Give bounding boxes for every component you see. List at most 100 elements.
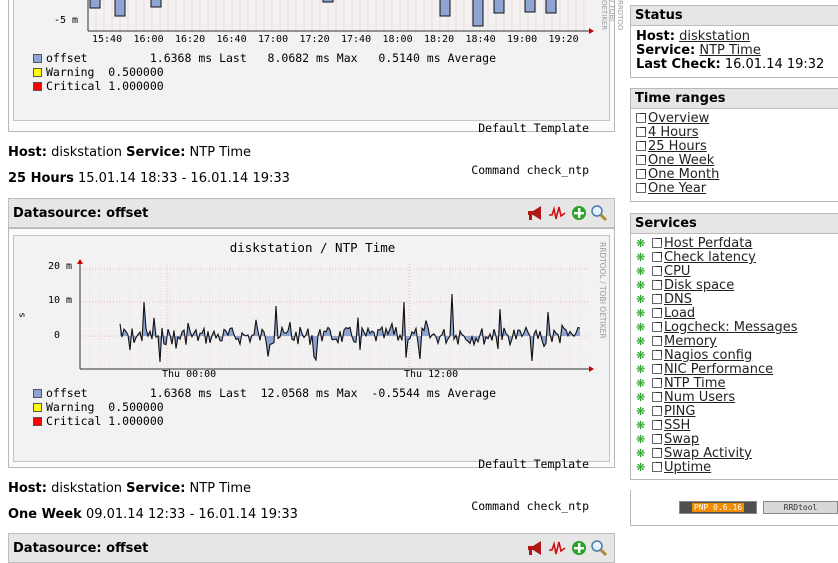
legend-critical: Critical 1.000000 bbox=[46, 414, 164, 428]
time-range-item[interactable]: Overview bbox=[636, 112, 838, 126]
service-link[interactable]: Swap bbox=[664, 432, 699, 447]
add-icon[interactable] bbox=[570, 204, 588, 222]
status-title: Status bbox=[631, 6, 838, 26]
service-link[interactable]: Logcheck: Messages bbox=[664, 320, 798, 335]
gear-icon: ❋ bbox=[636, 405, 646, 418]
external-link-icon bbox=[652, 378, 662, 388]
graph-1-ytick: -5 m bbox=[54, 15, 79, 26]
time-range-item[interactable]: 4 Hours bbox=[636, 126, 838, 140]
gear-icon: ❋ bbox=[636, 377, 646, 390]
service-link[interactable]: Swap Activity bbox=[664, 446, 752, 461]
time-range-link[interactable]: 25 Hours bbox=[648, 139, 707, 154]
service-item[interactable]: ❋ Host Perfdata bbox=[636, 237, 838, 251]
warning-swatch bbox=[33, 68, 42, 77]
gear-icon: ❋ bbox=[636, 279, 646, 292]
service-item[interactable]: ❋ Disk space bbox=[636, 279, 838, 293]
host-service-info-1: Host: diskstation Service: NTP Time bbox=[8, 145, 251, 160]
graph-1-xtick: 19:20 bbox=[548, 34, 579, 45]
external-link-icon bbox=[652, 266, 662, 276]
graph-icon[interactable] bbox=[548, 204, 566, 222]
graph-image-2[interactable]: diskstation / NTP Time s 20 m 10 m 0 Thu… bbox=[13, 235, 610, 513]
time-range-item[interactable]: One Month bbox=[636, 168, 838, 182]
gear-icon: ❋ bbox=[636, 447, 646, 460]
service-item[interactable]: ❋ SSH bbox=[636, 419, 838, 433]
service-link[interactable]: Check latency bbox=[664, 250, 756, 265]
range-label: One Week bbox=[8, 507, 82, 522]
service-link[interactable]: DNS bbox=[664, 292, 692, 307]
service-item[interactable]: ❋ Nagios config bbox=[636, 349, 838, 363]
service-item[interactable]: ❋ NTP Time bbox=[636, 377, 838, 391]
time-range-link[interactable]: 4 Hours bbox=[648, 125, 699, 140]
critical-swatch bbox=[33, 417, 42, 426]
external-link-icon bbox=[636, 169, 646, 179]
service-name: NTP Time bbox=[189, 145, 251, 160]
time-range-link[interactable]: One Week bbox=[648, 153, 714, 168]
external-link-icon bbox=[652, 308, 662, 318]
gear-icon: ❋ bbox=[636, 433, 646, 446]
offset-swatch bbox=[33, 389, 42, 398]
graph-icon[interactable] bbox=[548, 539, 566, 557]
graph-image-1[interactable]: -5 m 15:40 16:00 16:20 16:40 17:00 17:20 17:40… bbox=[13, 0, 624, 177]
external-link-icon bbox=[652, 434, 662, 444]
service-link[interactable]: CPU bbox=[664, 264, 690, 279]
service-item[interactable]: ❋ Swap Activity bbox=[636, 447, 838, 461]
external-link-icon bbox=[652, 252, 662, 262]
service-link[interactable]: Disk space bbox=[664, 278, 734, 293]
external-link-icon bbox=[636, 141, 646, 151]
service-item[interactable]: ❋ Memory bbox=[636, 335, 838, 349]
time-range-link[interactable]: Overview bbox=[648, 111, 709, 126]
service-item[interactable]: ❋ NIC Performance bbox=[636, 363, 838, 377]
pnp-badge[interactable]: PNP 0.6.16 bbox=[679, 501, 757, 514]
service-item[interactable]: ❋ PING bbox=[636, 405, 838, 419]
service-name: NTP Time bbox=[189, 481, 251, 496]
service-item[interactable]: ❋ Logcheck: Messages bbox=[636, 321, 838, 335]
service-item[interactable]: ❋ Load bbox=[636, 307, 838, 321]
time-range-link[interactable]: One Year bbox=[648, 181, 706, 196]
zoom-icon[interactable] bbox=[590, 204, 608, 222]
service-link[interactable]: Memory bbox=[664, 334, 717, 349]
status-host-link[interactable]: diskstation bbox=[679, 29, 750, 44]
graph-2-xtick-thu-0000: Thu 00:00 bbox=[162, 369, 217, 380]
services-box: Services ❋ Host Perfdata ❋ Check latency ❋ CP… bbox=[630, 213, 838, 480]
service-link[interactable]: Nagios config bbox=[664, 348, 752, 363]
time-range-item[interactable]: One Week bbox=[636, 154, 838, 168]
time-range-item[interactable]: One Year bbox=[636, 182, 838, 196]
external-link-icon bbox=[652, 462, 662, 472]
time-range-link[interactable]: One Month bbox=[648, 167, 719, 182]
pnp-badge-label: PNP 0.6.16 bbox=[691, 503, 745, 512]
graph-panel-2: diskstation / NTP Time s 20 m 10 m 0 Thu… bbox=[8, 228, 615, 513]
service-item[interactable]: ❋ Num Users bbox=[636, 391, 838, 405]
graph-1-xtick: 17:40 bbox=[341, 34, 372, 45]
service-link[interactable]: Host Perfdata bbox=[664, 236, 752, 251]
gear-icon: ❋ bbox=[636, 349, 646, 362]
warning-swatch bbox=[33, 403, 42, 412]
service-link[interactable]: PING bbox=[664, 404, 695, 419]
gear-icon: ❋ bbox=[636, 293, 646, 306]
service-item[interactable]: ❋ Uptime bbox=[636, 461, 838, 475]
service-link[interactable]: Uptime bbox=[664, 460, 711, 475]
service-item[interactable]: ❋ Swap bbox=[636, 433, 838, 447]
megaphone-icon[interactable] bbox=[526, 204, 544, 222]
service-link[interactable]: NIC Performance bbox=[664, 362, 773, 377]
add-icon[interactable] bbox=[570, 539, 588, 557]
rrdtool-badge[interactable]: RRDtool bbox=[763, 501, 838, 514]
zoom-icon[interactable] bbox=[590, 539, 608, 557]
service-link[interactable]: NTP Time bbox=[664, 376, 725, 391]
external-link-icon bbox=[652, 420, 662, 430]
gear-icon: ❋ bbox=[636, 307, 646, 320]
service-item[interactable]: ❋ DNS bbox=[636, 293, 838, 307]
megaphone-icon[interactable] bbox=[526, 539, 544, 557]
time-range-item[interactable]: 25 Hours bbox=[636, 140, 838, 154]
gear-icon: ❋ bbox=[636, 237, 646, 250]
service-item[interactable]: ❋ Check latency bbox=[636, 251, 838, 265]
service-item[interactable]: ❋ CPU bbox=[636, 265, 838, 279]
service-link[interactable]: SSH bbox=[664, 418, 690, 433]
template-label: Default Template bbox=[478, 121, 589, 135]
external-link-icon bbox=[652, 336, 662, 346]
service-link[interactable]: Num Users bbox=[664, 390, 735, 405]
legend-critical: Critical 1.000000 bbox=[46, 79, 164, 93]
service-link[interactable]: Load bbox=[664, 306, 695, 321]
external-link-icon bbox=[652, 364, 662, 374]
status-service-link[interactable]: NTP Time bbox=[699, 43, 760, 58]
graph-1-xtick: 18:00 bbox=[382, 34, 413, 45]
